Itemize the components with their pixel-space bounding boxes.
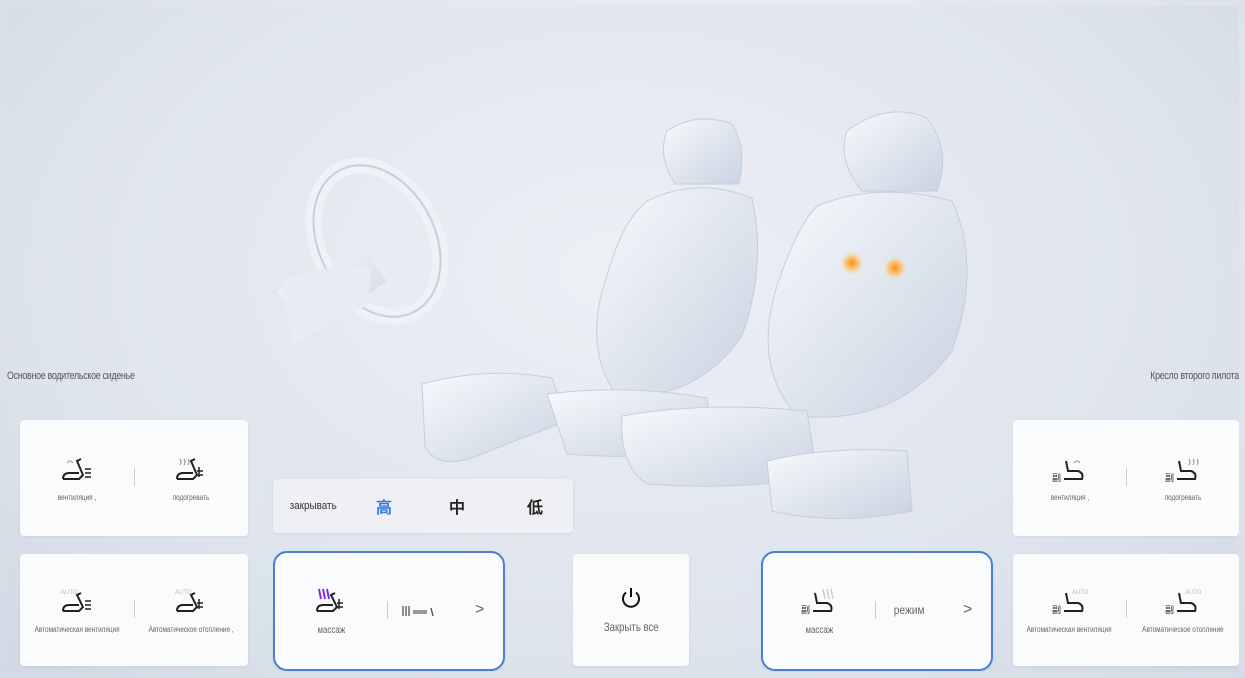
- passenger-ventilation-label: вентиляция ,: [1050, 492, 1089, 502]
- driver-climate-card: вентиляция , подогревать: [20, 420, 248, 536]
- driver-auto-ventilation-button[interactable]: AUTO Автоматическая вентиляция: [20, 554, 134, 666]
- screen: Основное водительское сиденье Кресло вто…: [7, 6, 1239, 672]
- driver-auto-heating-button[interactable]: AUTO Автоматическое отопление ,: [134, 554, 248, 666]
- driver-ventilation-label: вентиляция ,: [57, 492, 97, 502]
- massage-point-right: [883, 256, 907, 280]
- passenger-heating-label: подогревать: [1164, 492, 1201, 502]
- close-all-cell[interactable]: Закрыть все: [573, 554, 689, 666]
- passenger-massage-mode-label[interactable]: режим: [894, 603, 925, 617]
- seat-auto-ventilation-icon: AUTO: [61, 590, 91, 612]
- seat-massage-icon: 副: [801, 588, 834, 615]
- passenger-auto-heating-label: Автоматическое отопление: [1141, 624, 1224, 634]
- seat-auto-heating-icon: AUTO: [175, 590, 203, 612]
- close-all-label: Закрыть все: [603, 620, 659, 634]
- seat-auto-heating-icon: AUTO 副: [1165, 590, 1202, 615]
- svg-text:AUTO: AUTO: [1072, 590, 1089, 596]
- close-all-button[interactable]: Закрыть все: [573, 554, 689, 666]
- seat-massage-icon: [316, 588, 343, 612]
- passenger-massage-card[interactable]: 副 массаж режим >: [761, 551, 993, 671]
- passenger-auto-ventilation-label: Автоматическая вентиляция: [1027, 624, 1112, 634]
- seat-heating-icon: [176, 457, 203, 480]
- massage-intensity-popup: закрывать 高 中 低: [273, 479, 573, 533]
- seat-ventilation-icon: 副: [1052, 459, 1083, 483]
- passenger-seat-title: Кресло второго пилота: [1150, 370, 1239, 382]
- svg-text:副: 副: [1165, 473, 1174, 483]
- passenger-climate-card: 副 вентиляция , 副 подогревать: [1013, 420, 1239, 536]
- power-icon: [622, 588, 640, 608]
- driver-auto-card: AUTO Автоматическая вентиляция AUTO Авто…: [20, 554, 248, 666]
- passenger-massage-button[interactable]: 副 массаж: [763, 553, 875, 669]
- passenger-auto-ventilation-button[interactable]: AUTO 副 Автоматическая вентиляция: [1013, 554, 1126, 666]
- intensity-off-option[interactable]: закрывать: [290, 479, 337, 533]
- passenger-massage-chevron-icon[interactable]: >: [963, 601, 972, 619]
- passenger-massage-label: массаж: [805, 624, 833, 636]
- driver-auto-ventilation-label: Автоматическая вентиляция: [34, 624, 120, 634]
- steering-wheel-illustration: [277, 157, 449, 346]
- svg-text:副: 副: [1165, 605, 1174, 615]
- driver-auto-heating-label: Автоматическое отопление ,: [148, 624, 234, 634]
- driver-ventilation-button[interactable]: вентиляция ,: [20, 420, 134, 536]
- massage-point-left: [840, 251, 864, 275]
- driver-heating-button[interactable]: подогревать: [134, 420, 248, 536]
- seat-heating-icon: 副: [1165, 458, 1199, 483]
- seat-auto-ventilation-icon: AUTO 副: [1052, 590, 1089, 615]
- svg-text:AUTO: AUTO: [1185, 590, 1202, 596]
- seat-ventilation-icon: [62, 457, 91, 480]
- svg-text:副: 副: [1052, 473, 1061, 483]
- intensity-medium-option[interactable]: 中: [449, 479, 465, 533]
- driver-massage-label: массаж: [317, 624, 345, 636]
- massage-mode-icon: [402, 606, 434, 617]
- passenger-heating-button[interactable]: 副 подогревать: [1126, 420, 1239, 536]
- driver-heating-label: подогревать: [172, 492, 210, 502]
- svg-text:副: 副: [1052, 605, 1061, 615]
- intensity-low-option[interactable]: 低: [527, 479, 543, 533]
- passenger-ventilation-button[interactable]: 副 вентиляция ,: [1013, 420, 1126, 536]
- passenger-auto-card: AUTO 副 Автоматическая вентиляция AUTO 副 …: [1013, 554, 1239, 666]
- driver-massage-card[interactable]: массаж >: [273, 551, 505, 671]
- divider: [875, 601, 876, 619]
- svg-text:AUTO: AUTO: [61, 590, 78, 596]
- driver-massage-chevron-icon[interactable]: >: [475, 601, 484, 619]
- driver-massage-button[interactable]: массаж: [275, 553, 387, 669]
- intensity-high-option[interactable]: 高: [376, 479, 392, 533]
- svg-text:AUTO: AUTO: [175, 590, 192, 596]
- svg-text:副: 副: [801, 605, 810, 615]
- divider: [387, 601, 388, 619]
- driver-seat-title: Основное водительское сиденье: [7, 370, 135, 382]
- passenger-auto-heating-button[interactable]: AUTO 副 Автоматическое отопление: [1126, 554, 1239, 666]
